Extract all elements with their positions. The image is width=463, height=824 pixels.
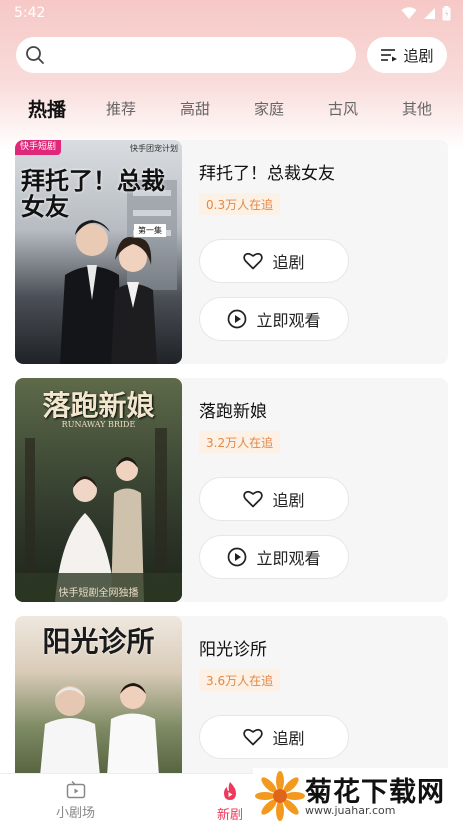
watch-now-button[interactable]: 立即观看 — [199, 535, 349, 579]
site-watermark: 菊花下载网 www.juahar.com — [253, 768, 463, 824]
drama-poster[interactable]: 快手短剧 快手团宠计划 拜托了！总裁女友 第一集 — [15, 140, 182, 364]
follow-button[interactable]: 追剧 — [199, 715, 349, 759]
drama-poster[interactable]: 阳光诊所 — [15, 616, 182, 776]
viewer-count-badge: 0.3万人在追 — [199, 193, 281, 215]
status-icons — [401, 5, 451, 21]
drama-card[interactable]: 快手短剧 快手团宠计划 拜托了！总裁女友 第一集 拜托了！总裁女友 0.3万人在… — [15, 140, 448, 364]
list-icon — [381, 49, 398, 62]
heart-icon — [243, 252, 264, 270]
nav-new-label: 新剧 — [217, 808, 244, 823]
follow-list-label: 追剧 — [403, 46, 434, 65]
follow-button[interactable]: 追剧 — [199, 239, 349, 283]
status-time: 5:42 — [14, 5, 46, 21]
drama-title[interactable]: 阳光诊所 — [199, 635, 267, 660]
tab-recommended[interactable]: 推荐 — [106, 98, 136, 119]
poster-subtitle: RUNAWAY BRIDE — [61, 420, 136, 429]
tab-sweet[interactable]: 高甜 — [180, 98, 210, 119]
chrysanthemum-logo-icon — [255, 771, 305, 821]
tab-ancient[interactable]: 古风 — [328, 98, 358, 119]
poster-bottom-text: 快手短剧全网独播 — [58, 588, 139, 599]
flame-icon — [224, 782, 236, 800]
follow-label: 追剧 — [272, 729, 305, 748]
poster-top-text: 快手团宠计划 — [130, 144, 178, 153]
watch-now-label: 立即观看 — [256, 311, 321, 330]
nav-new[interactable]: 新剧 — [217, 781, 243, 823]
follow-list-button[interactable]: 追剧 — [367, 37, 447, 73]
tab-other[interactable]: 其他 — [402, 98, 432, 119]
tab-hot[interactable]: 热播 — [28, 95, 66, 122]
drama-card[interactable]: 阳光诊所 阳光诊所 3.6万人在追 追剧 — [15, 616, 448, 776]
poster-title: 拜托了！总裁女友 — [21, 166, 165, 222]
search-row: 追剧 — [16, 37, 447, 73]
drama-title[interactable]: 拜托了！总裁女友 — [199, 159, 335, 184]
heart-icon — [243, 728, 264, 746]
drama-card[interactable]: 落跑新娘 RUNAWAY BRIDE 快手短剧全网独播 落跑新娘 3.2万人在追… — [15, 378, 448, 602]
heart-icon — [243, 490, 264, 508]
status-bar: 5:42 — [0, 0, 463, 26]
wifi-icon — [401, 6, 417, 19]
poster-episode-tag: 第一集 — [134, 224, 166, 237]
watch-now-button[interactable]: 立即观看 — [199, 297, 349, 341]
viewer-count-badge: 3.6万人在追 — [199, 669, 281, 691]
play-circle-icon — [228, 309, 247, 329]
category-tabs: 热播 推荐 高甜 家庭 古风 其他 — [0, 92, 463, 124]
search-input[interactable] — [53, 47, 333, 63]
search-box[interactable] — [16, 37, 356, 73]
signal-icon — [424, 7, 435, 19]
watermark-url: www.juahar.com — [305, 804, 396, 817]
tv-icon — [66, 781, 85, 799]
follow-label: 追剧 — [272, 253, 305, 272]
follow-button[interactable]: 追剧 — [199, 477, 349, 521]
poster-title: 阳光诊所 — [42, 625, 155, 658]
drama-title[interactable]: 落跑新娘 — [199, 397, 267, 422]
search-icon — [26, 46, 44, 64]
nav-theater[interactable]: 小剧场 — [56, 781, 95, 821]
nav-theater-label: 小剧场 — [56, 806, 96, 821]
poster-tag: 快手短剧 — [15, 140, 62, 155]
follow-label: 追剧 — [272, 491, 305, 510]
watch-now-label: 立即观看 — [256, 549, 321, 568]
tab-family[interactable]: 家庭 — [254, 98, 284, 119]
viewer-count-badge: 3.2万人在追 — [199, 431, 281, 453]
battery-icon — [442, 5, 451, 20]
poster-title: 落跑新娘 — [42, 389, 155, 422]
play-circle-icon — [228, 547, 247, 567]
drama-poster[interactable]: 落跑新娘 RUNAWAY BRIDE 快手短剧全网独播 — [15, 378, 182, 602]
